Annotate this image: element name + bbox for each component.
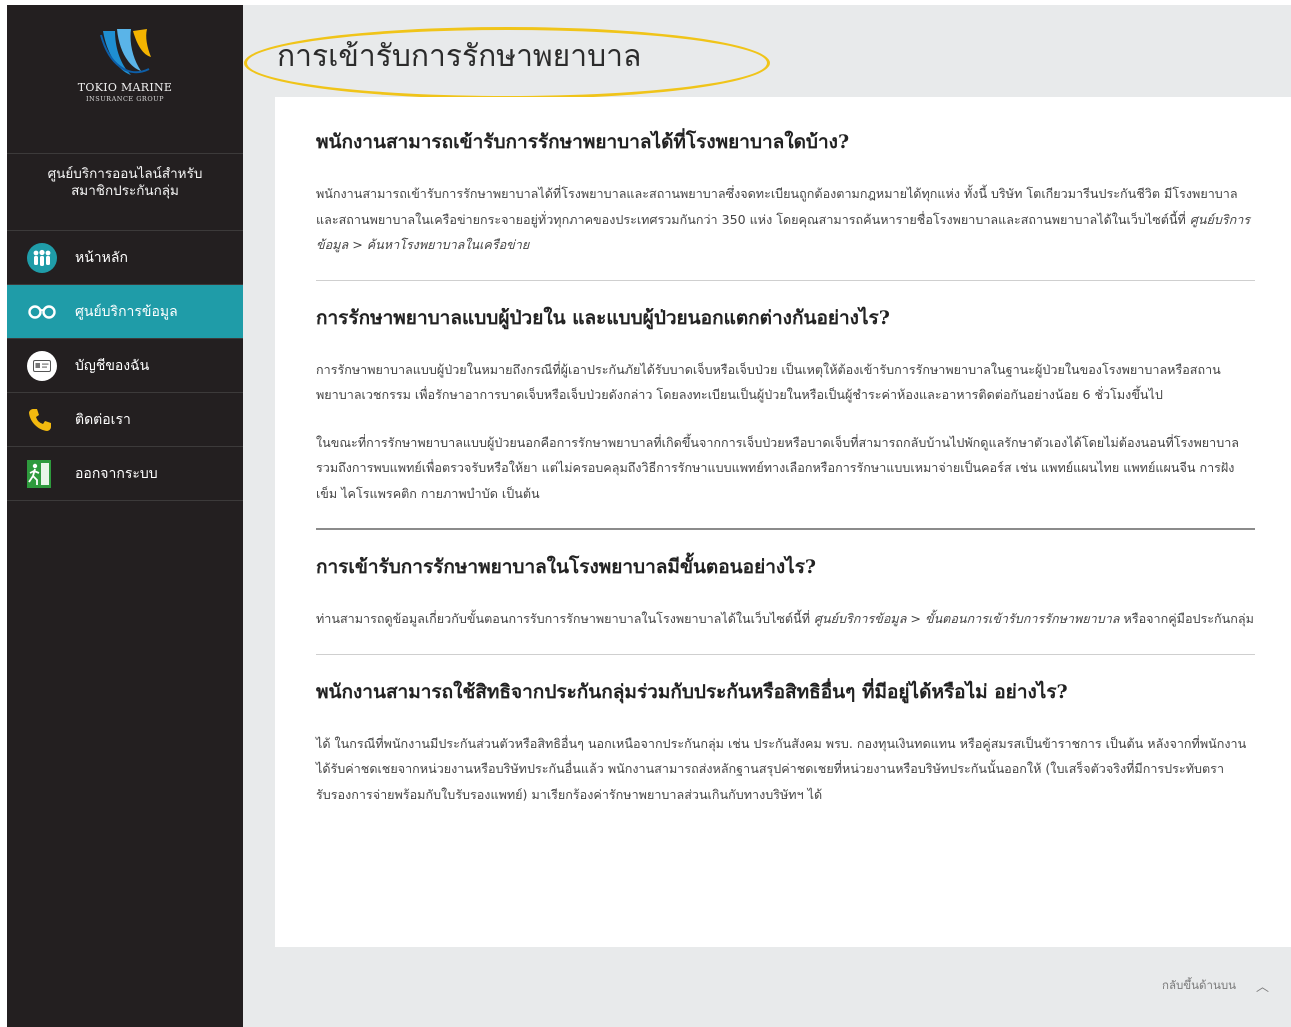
brand-group: INSURANCE GROUP [85,95,164,103]
faq-answer: พนักงานสามารถเข้ารับการรักษาพยาบาลได้ที่… [316,181,1255,258]
faq-answer-text: ท่านสามารถดูข้อมูลเกี่ยวกับขั้นตอนการรับ… [316,611,815,626]
faq-answer-text: พนักงานสามารถเข้ารับการรักษาพยาบาลได้ที่… [316,186,1238,227]
sidebar-item-my-account[interactable]: บัญชีของฉัน [7,339,243,393]
sidebar-item-label: หน้าหลัก [75,249,128,266]
faq-item: การเข้ารับการรักษาพยาบาลในโรงพยาบาลมีขั้… [316,552,1255,632]
content-panel: พนักงานสามารถเข้ารับการรักษาพยาบาลได้ที่… [275,97,1291,947]
sidebar: TOKIO MARINE INSURANCE GROUP ศูนย์บริการ… [7,5,243,1027]
sidebar-item-label: บัญชีของฉัน [75,357,150,374]
faq-question: พนักงานสามารถใช้สิทธิจากประกันกลุ่มร่วมก… [316,680,1068,703]
faq-item: การรักษาพยาบาลแบบผู้ป่วยใน และแบบผู้ป่วย… [316,303,1255,507]
phone-icon [27,405,61,435]
service-title-line1: ศูนย์บริการออนไลน์สำหรับ [47,166,203,182]
back-to-top-label: กลับขึ้นด้านบน [1162,977,1236,992]
faq-question: การเข้ารับการรักษาพยาบาลในโรงพยาบาลมีขั้… [316,556,817,578]
sidebar-item-info-center[interactable]: ศูนย์บริการข้อมูล [7,285,243,339]
service-title: ศูนย์บริการออนไลน์สำหรับ สมาชิกประกันกลุ… [7,154,243,231]
faq-question: พนักงานสามารถเข้ารับการรักษาพยาบาลได้ที่… [316,131,850,153]
sidebar-item-label: ออกจากระบบ [75,465,158,482]
tokio-marine-logo-icon [100,29,151,75]
brand-logo[interactable]: TOKIO MARINE INSURANCE GROUP [7,25,243,154]
faq-item: พนักงานสามารถเข้ารับการรักษาพยาบาลได้ที่… [316,127,1255,258]
brand-name: TOKIO MARINE [77,81,173,94]
faq-question: การรักษาพยาบาลแบบผู้ป่วยใน และแบบผู้ป่วย… [316,306,890,329]
sidebar-item-logout[interactable]: ออกจากระบบ [7,447,243,501]
page-title: การเข้ารับการรักษาพยาบาล [277,39,642,74]
faq-item: พนักงานสามารถใช้สิทธิจากประกันกลุ่มร่วมก… [316,677,1255,808]
faq-answer: ในขณะที่การรักษาพยาบาลแบบผู้ป่วยนอกคือกา… [316,434,1239,501]
sidebar-item-label: ติดต่อเรา [75,411,131,428]
faq-link[interactable]: ศูนย์บริการข้อมูล > ขั้นตอนการเข้ารับการ… [814,611,1120,626]
faq-answer-text: หรือจากคู่มือประกันกลุ่ม [1119,611,1254,626]
service-title-line2: สมาชิกประกันกลุ่ม [71,183,179,199]
faq-answer: ได้ ในกรณีที่พนักงานมีประกันส่วนตัวหรือส… [316,735,1247,802]
chevron-up-icon: ︿ [1255,980,1269,995]
faq-answer: ท่านสามารถดูข้อมูลเกี่ยวกับขั้นตอนการรับ… [316,606,1255,632]
sidebar-item-label: ศูนย์บริการข้อมูล [75,303,178,320]
sidebar-item-contact[interactable]: ติดต่อเรา [7,393,243,447]
main-area: การเข้ารับการรักษาพยาบาล พนักงานสามารถเข… [243,5,1291,1027]
divider [316,279,1255,281]
divider [316,653,1255,655]
exit-icon [27,459,61,489]
back-to-top-link[interactable]: กลับขึ้นด้านบน ︿ [1162,976,1269,996]
sidebar-item-home[interactable]: หน้าหลัก [7,231,243,285]
faq-answer: การรักษาพยาบาลแบบผู้ป่วยในหมายถึงกรณีที่… [316,361,1221,403]
glasses-icon [27,297,61,327]
divider [316,528,1255,530]
id-card-icon [27,350,61,381]
people-icon [27,242,61,273]
